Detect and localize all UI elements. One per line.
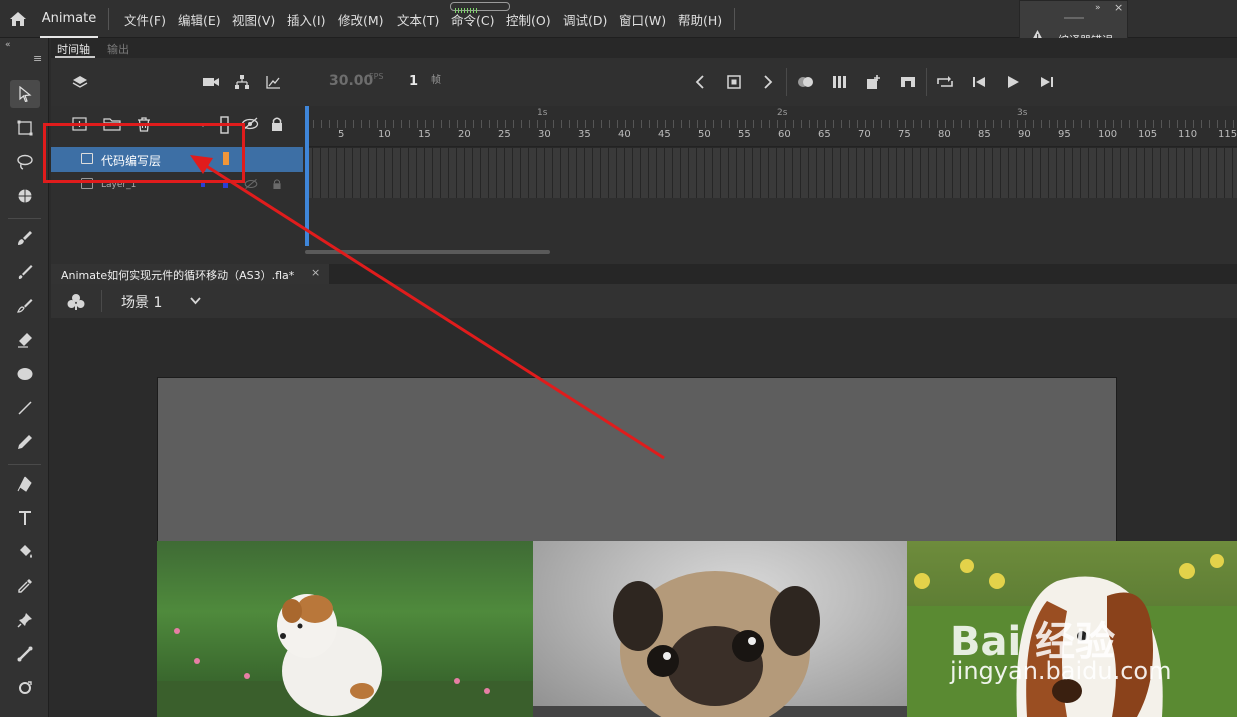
baidu-watermark: Bai 经验 jingyan.baidu.com: [950, 603, 1210, 693]
watermark-url: jingyan.baidu.com: [950, 657, 1172, 685]
